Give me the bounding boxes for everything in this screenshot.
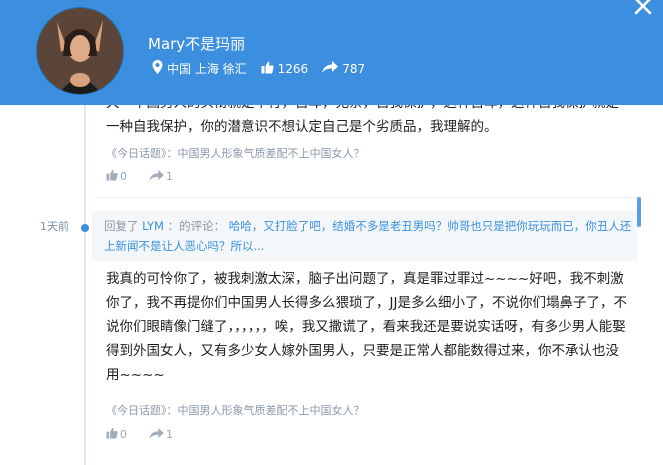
divider: [96, 197, 636, 198]
like-button[interactable]: 0: [106, 427, 127, 442]
thumbs-up-icon: [106, 427, 120, 442]
reply-prefix: 回复了: [104, 219, 139, 233]
thumbs-up-icon: [106, 169, 120, 184]
close-icon[interactable]: [631, 0, 655, 18]
timeline-dot: [81, 224, 89, 232]
like-button[interactable]: 0: [106, 169, 127, 184]
timeline-line: [84, 105, 86, 465]
comment-text: 天一中国男人的头衔就是不行，自卑，无奈，自我保护，这种自卑，这种自我保护就是一种…: [106, 105, 619, 135]
profile-header: Mary不是玛丽 中国 上海 徐汇 1266 787: [0, 0, 663, 105]
share-button[interactable]: 1: [149, 169, 173, 184]
share-arrow-icon: [149, 169, 166, 184]
comment-text: 我真的可怜你了，被我刺激太深，脑子出问题了，真是罪过罪过~~~~好吧，我不刺激你…: [106, 271, 627, 383]
share-count: 1: [166, 170, 173, 183]
likes-count: 1266: [277, 61, 309, 76]
comment-time: 1天前: [40, 220, 69, 233]
share-button[interactable]: 1: [149, 427, 173, 442]
reply-quote-box: 回复了 LYM ：的评论： 哈哈，又打脸了吧，结婚不多是老丑男吗？帅哥也只是把你…: [92, 211, 637, 261]
comment-actions: 0 1: [106, 427, 195, 442]
share-arrow-icon: [322, 61, 342, 76]
reply-user-link[interactable]: LYM: [142, 219, 164, 233]
comment-list: 天一中国男人的头衔就是不行，自卑，无奈，自我保护，这种自卑，这种自我保护就是一种…: [0, 105, 663, 465]
thumbs-up-icon: [261, 61, 278, 77]
share-count: 1: [166, 428, 173, 441]
scrollbar-thumb[interactable]: [637, 197, 641, 227]
comment-actions: 0 1: [106, 169, 195, 184]
avatar[interactable]: [36, 7, 124, 95]
profile-meta: 中国 上海 徐汇 1266 787: [152, 60, 379, 77]
shares-group: 787: [322, 61, 365, 76]
reply-suffix: ：的评论：: [167, 219, 226, 233]
like-count: 0: [120, 428, 127, 441]
likes-group: 1266: [261, 61, 309, 77]
comment-topic-link[interactable]: 《今日话题》：中国男人形象气质差配不上中国女人？: [106, 145, 365, 161]
location-text: 中国 上海 徐汇: [167, 62, 247, 76]
comment-topic-link[interactable]: 《今日话题》：中国男人形象气质差配不上中国女人？: [106, 402, 365, 418]
location-pin-icon: [152, 60, 167, 77]
location-group: 中国 上海 徐汇: [152, 60, 247, 77]
shares-count: 787: [342, 61, 366, 76]
like-count: 0: [120, 170, 127, 183]
share-arrow-icon: [149, 427, 166, 442]
profile-name: Mary不是玛丽: [148, 35, 246, 53]
